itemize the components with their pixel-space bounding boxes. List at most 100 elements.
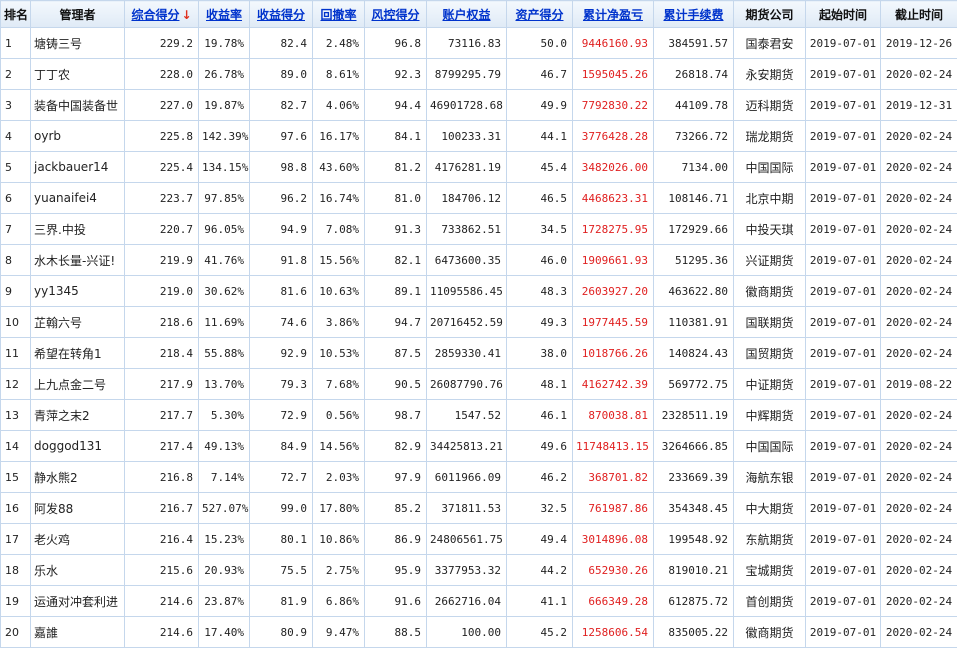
cell-manager[interactable]: 塘铸三号: [31, 28, 125, 59]
cell-composite: 227.0: [125, 90, 199, 121]
cell-return-score: 92.9: [250, 338, 313, 369]
cell-equity: 34425813.21: [427, 431, 507, 462]
cell-risk-score: 82.9: [365, 431, 427, 462]
col-header-return-score[interactable]: 收益得分: [250, 1, 313, 28]
cell-asset-score: 46.1: [507, 400, 573, 431]
col-header-composite[interactable]: 综合得分↓: [125, 1, 199, 28]
cell-manager[interactable]: 上九点金二号: [31, 369, 125, 400]
sort-link-return-score[interactable]: 收益得分: [257, 8, 305, 22]
cell-asset-score: 48.1: [507, 369, 573, 400]
cell-drawdown: 14.56%: [313, 431, 365, 462]
cell-manager[interactable]: 运通对冲套利进: [31, 586, 125, 617]
cell-rank: 4: [1, 121, 31, 152]
cell-fees: 44109.78: [654, 90, 734, 121]
cell-return-rate: 5.30%: [199, 400, 250, 431]
cell-risk-score: 95.9: [365, 555, 427, 586]
cell-manager[interactable]: jackbauer14: [31, 152, 125, 183]
sort-link-fees[interactable]: 累计手续费: [663, 8, 723, 22]
sort-link-equity[interactable]: 账户权益: [442, 8, 490, 22]
cell-return-rate: 17.40%: [199, 617, 250, 648]
sort-link-composite[interactable]: 综合得分: [131, 8, 179, 22]
cell-return-rate: 26.78%: [199, 59, 250, 90]
cell-return-score: 91.8: [250, 245, 313, 276]
cell-start-date: 2019-07-01: [806, 617, 881, 648]
col-header-drawdown[interactable]: 回撤率: [313, 1, 365, 28]
cell-manager[interactable]: 三界.中投: [31, 214, 125, 245]
col-header-fees[interactable]: 累计手续费: [654, 1, 734, 28]
cell-end-date: 2020-02-24: [881, 586, 957, 617]
col-header-risk-score[interactable]: 风控得分: [365, 1, 427, 28]
table-row: 13青萍之末2217.75.30%72.90.56%98.71547.5246.…: [1, 400, 957, 431]
cell-fees: 569772.75: [654, 369, 734, 400]
cell-return-rate: 41.76%: [199, 245, 250, 276]
cell-manager[interactable]: yuanaifei4: [31, 183, 125, 214]
table-row: 2丁丁农228.026.78%89.08.61%92.38799295.7946…: [1, 59, 957, 90]
cell-company: 国贸期货: [734, 338, 806, 369]
cell-manager[interactable]: 青萍之末2: [31, 400, 125, 431]
cell-manager[interactable]: 嘉誰: [31, 617, 125, 648]
cell-company: 永安期货: [734, 59, 806, 90]
col-header-net-profit[interactable]: 累计净盈亏: [573, 1, 654, 28]
cell-fees: 108146.71: [654, 183, 734, 214]
cell-risk-score: 94.4: [365, 90, 427, 121]
cell-start-date: 2019-07-01: [806, 493, 881, 524]
cell-company: 中投天琪: [734, 214, 806, 245]
cell-rank: 14: [1, 431, 31, 462]
cell-end-date: 2020-02-24: [881, 59, 957, 90]
cell-manager[interactable]: 水木长量-兴证!: [31, 245, 125, 276]
cell-return-score: 81.6: [250, 276, 313, 307]
col-header-asset-score[interactable]: 资产得分: [507, 1, 573, 28]
table-row: 3装备中国装备世227.019.87%82.74.06%94.446901728…: [1, 90, 957, 121]
cell-manager[interactable]: 芷翰六号: [31, 307, 125, 338]
cell-manager[interactable]: 静水熊2: [31, 462, 125, 493]
cell-rank: 20: [1, 617, 31, 648]
cell-equity: 6473600.35: [427, 245, 507, 276]
cell-asset-score: 46.5: [507, 183, 573, 214]
sort-link-net-profit[interactable]: 累计净盈亏: [583, 8, 643, 22]
cell-manager[interactable]: 老火鸡: [31, 524, 125, 555]
cell-risk-score: 91.6: [365, 586, 427, 617]
cell-manager[interactable]: 丁丁农: [31, 59, 125, 90]
cell-manager[interactable]: 装备中国装备世: [31, 90, 125, 121]
cell-drawdown: 4.06%: [313, 90, 365, 121]
cell-drawdown: 10.86%: [313, 524, 365, 555]
cell-manager[interactable]: doggod131: [31, 431, 125, 462]
cell-composite: 217.9: [125, 369, 199, 400]
cell-manager[interactable]: 希望在转角1: [31, 338, 125, 369]
cell-manager[interactable]: yy1345: [31, 276, 125, 307]
cell-rank: 13: [1, 400, 31, 431]
cell-start-date: 2019-07-01: [806, 59, 881, 90]
cell-asset-score: 45.4: [507, 152, 573, 183]
cell-drawdown: 17.80%: [313, 493, 365, 524]
table-row: 6yuanaifei4223.797.85%96.216.74%81.01847…: [1, 183, 957, 214]
cell-asset-score: 50.0: [507, 28, 573, 59]
cell-start-date: 2019-07-01: [806, 431, 881, 462]
col-header-end: 截止时间: [881, 1, 957, 28]
sort-link-asset-score[interactable]: 资产得分: [515, 8, 563, 22]
cell-drawdown: 2.48%: [313, 28, 365, 59]
cell-equity: 73116.83: [427, 28, 507, 59]
cell-composite: 217.4: [125, 431, 199, 462]
cell-equity: 733862.51: [427, 214, 507, 245]
cell-equity: 1547.52: [427, 400, 507, 431]
cell-fees: 26818.74: [654, 59, 734, 90]
col-header-return-rate[interactable]: 收益率: [199, 1, 250, 28]
cell-company: 徽商期货: [734, 276, 806, 307]
cell-drawdown: 3.86%: [313, 307, 365, 338]
cell-composite: 228.0: [125, 59, 199, 90]
cell-start-date: 2019-07-01: [806, 307, 881, 338]
cell-asset-score: 44.2: [507, 555, 573, 586]
sort-link-risk-score[interactable]: 风控得分: [371, 8, 419, 22]
cell-manager[interactable]: oyrb: [31, 121, 125, 152]
cell-company: 国联期货: [734, 307, 806, 338]
cell-net-profit: 1258606.54: [573, 617, 654, 648]
sort-link-drawdown[interactable]: 回撤率: [320, 8, 356, 22]
sort-link-return-rate[interactable]: 收益率: [206, 8, 242, 22]
cell-company: 国泰君安: [734, 28, 806, 59]
col-header-equity[interactable]: 账户权益: [427, 1, 507, 28]
cell-risk-score: 97.9: [365, 462, 427, 493]
cell-end-date: 2020-02-24: [881, 524, 957, 555]
cell-manager[interactable]: 乐水: [31, 555, 125, 586]
cell-manager[interactable]: 阿发88: [31, 493, 125, 524]
table-row: 14doggod131217.449.13%84.914.56%82.93442…: [1, 431, 957, 462]
